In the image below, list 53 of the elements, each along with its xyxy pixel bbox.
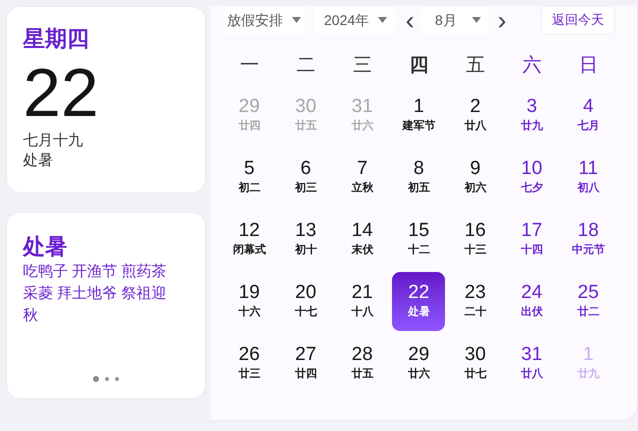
day-cell[interactable]: 28 廿五 bbox=[336, 334, 389, 392]
dropdown-caret-icon bbox=[292, 17, 301, 23]
day-cell[interactable]: 1 建军节 bbox=[392, 86, 446, 144]
weekday-header: 日 bbox=[578, 54, 598, 78]
day-cell[interactable]: 23 二十 bbox=[448, 272, 502, 330]
day-cell[interactable]: 16 十三 bbox=[448, 210, 502, 268]
day-number: 22 bbox=[23, 57, 99, 129]
day-cell[interactable]: 8 初五 bbox=[392, 148, 446, 206]
day-cell[interactable]: 5 初二 bbox=[222, 148, 276, 206]
day-cell[interactable]: 13 初十 bbox=[279, 210, 332, 268]
day-cell[interactable]: 30 廿七 bbox=[448, 334, 502, 392]
dropdown-caret-icon bbox=[378, 17, 387, 23]
day-cell[interactable]: 9 初六 bbox=[448, 148, 502, 206]
weekday-header: 二 bbox=[296, 54, 316, 78]
weekday-label: 星期四 bbox=[23, 25, 89, 53]
year-dropdown[interactable]: 2024年 bbox=[314, 6, 395, 34]
weekday-header: 一 bbox=[240, 54, 259, 78]
holiday-dropdown[interactable]: 放假安排 bbox=[223, 6, 305, 34]
weekday-header: 三 bbox=[352, 54, 372, 78]
previous-month-button[interactable]: ‹ bbox=[401, 6, 419, 34]
solar-term: 处暑 bbox=[23, 151, 53, 171]
month-dropdown[interactable]: 8月 bbox=[421, 6, 489, 34]
day-cell[interactable]: 17 十四 bbox=[505, 210, 558, 268]
day-cell[interactable]: 15 十二 bbox=[392, 210, 446, 268]
day-cell[interactable]: 4 七月 bbox=[562, 86, 615, 144]
day-cell[interactable]: 12 闭幕式 bbox=[222, 210, 276, 268]
weekday-header: 四 bbox=[409, 54, 428, 78]
dropdown-caret-icon bbox=[472, 17, 481, 23]
day-cell[interactable]: 22 处暑 bbox=[392, 272, 446, 330]
day-cell[interactable]: 29 廿六 bbox=[392, 334, 446, 392]
day-cell[interactable]: 24 出伏 bbox=[505, 272, 558, 330]
day-cell[interactable]: 3 廿九 bbox=[505, 86, 558, 144]
term-title: 处暑 bbox=[23, 233, 67, 261]
day-cell[interactable]: 19 十六 bbox=[222, 272, 276, 330]
day-cell[interactable]: 21 十八 bbox=[336, 272, 389, 330]
next-month-button[interactable]: › bbox=[493, 6, 511, 34]
day-cell[interactable]: 14 末伏 bbox=[336, 210, 389, 268]
day-cell[interactable]: 11 初八 bbox=[562, 148, 615, 206]
back-to-today-button[interactable]: 返回今天 bbox=[541, 6, 615, 34]
lunar-date: 七月十九 bbox=[23, 131, 83, 151]
day-cell[interactable]: 2 廿八 bbox=[448, 86, 502, 144]
day-cell[interactable]: 10 七夕 bbox=[505, 148, 558, 206]
day-cell[interactable]: 31 廿八 bbox=[505, 334, 558, 392]
day-cell[interactable]: 7 立秋 bbox=[336, 148, 389, 206]
weekday-header: 六 bbox=[522, 54, 542, 78]
weekday-header: 五 bbox=[466, 54, 485, 78]
customs-text: 吃鸭子 开渔节 煎药茶采菱 拜土地爷 祭祖迎秋 bbox=[23, 262, 168, 326]
day-cell[interactable]: 6 初三 bbox=[279, 148, 332, 206]
day-cell[interactable]: 18 中元节 bbox=[562, 210, 615, 268]
day-cell[interactable]: 27 廿四 bbox=[279, 334, 332, 392]
day-cell[interactable]: 26 廿三 bbox=[222, 334, 276, 392]
day-cell[interactable]: 25 廿二 bbox=[562, 272, 615, 330]
day-cell[interactable]: 20 十七 bbox=[279, 272, 332, 330]
